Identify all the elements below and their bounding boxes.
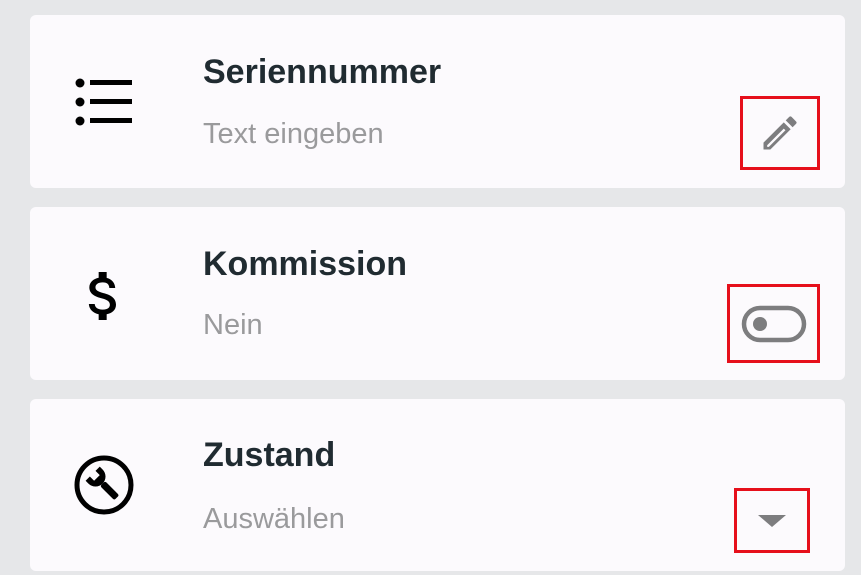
dropdown-button[interactable] — [734, 488, 810, 553]
field-title: Zustand — [203, 436, 336, 474]
toggle-icon — [741, 305, 807, 343]
field-card-seriennummer[interactable]: Seriennummer Text eingeben — [30, 15, 845, 188]
pencil-icon — [758, 111, 802, 155]
field-title: Kommission — [203, 245, 408, 283]
dropdown-arrow-icon — [757, 513, 787, 529]
field-value: Auswählen — [203, 503, 345, 535]
dollar-icon — [72, 264, 136, 328]
toggle-switch[interactable] — [727, 284, 820, 363]
field-card-zustand[interactable]: Zustand Auswählen — [30, 399, 845, 571]
field-title: Seriennummer — [203, 53, 442, 91]
list-icon — [72, 72, 136, 136]
edit-button[interactable] — [740, 96, 820, 170]
wrench-icon — [72, 453, 136, 517]
field-value: Nein — [203, 309, 263, 341]
field-card-kommission[interactable]: Kommission Nein — [30, 207, 845, 380]
field-value: Text eingeben — [203, 118, 384, 150]
